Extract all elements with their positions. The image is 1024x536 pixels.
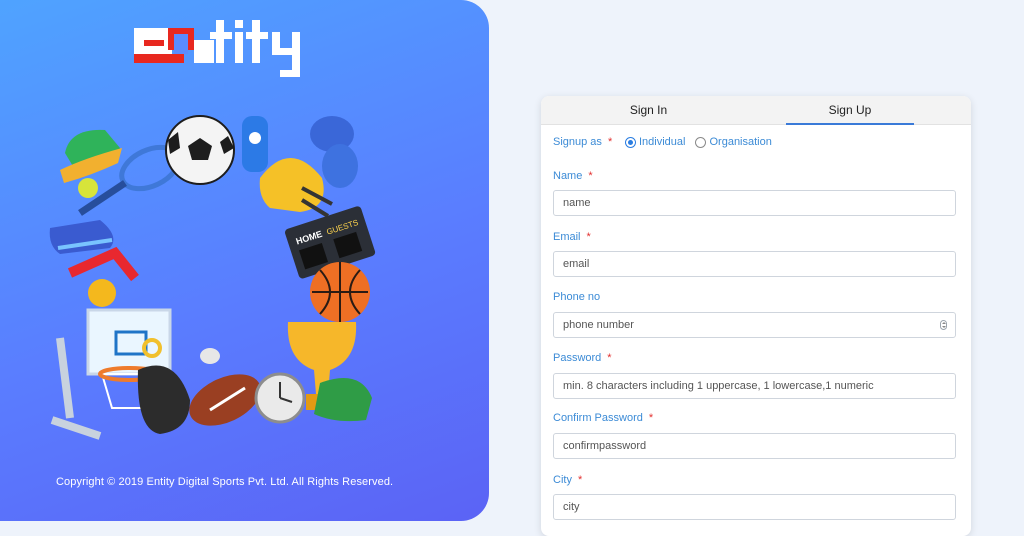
phone-input-placeholder: phone number <box>563 319 634 331</box>
tennis-ball-icon <box>78 178 98 198</box>
city-input[interactable]: city <box>553 494 956 520</box>
signup-as-row: Signup as * <box>553 136 612 148</box>
email-input[interactable]: email <box>553 251 956 277</box>
password-label: Password <box>553 352 602 364</box>
required-marker: * <box>586 231 591 243</box>
name-label: Name <box>553 170 583 182</box>
auth-tabs: Sign In Sign Up <box>541 96 971 125</box>
name-input[interactable]: name <box>553 190 956 216</box>
required-marker: * <box>588 170 593 182</box>
radio-individual[interactable] <box>625 136 636 148</box>
radio-individual-label[interactable]: Individual <box>639 136 685 148</box>
number-spinner-icon[interactable] <box>940 320 947 330</box>
tab-sign-up[interactable]: Sign Up <box>786 96 914 125</box>
password-field-label-row: Password * <box>553 352 612 364</box>
required-marker: * <box>577 474 583 486</box>
signup-as-label: Signup as <box>553 136 602 148</box>
confirm-password-input[interactable]: confirmpassword <box>553 433 956 459</box>
radio-organisation[interactable] <box>695 136 707 148</box>
medal-icon <box>67 246 139 282</box>
phone-label: Phone no <box>553 291 601 303</box>
email-label: Email <box>553 231 581 243</box>
entity-logo-mark <box>134 20 300 77</box>
auth-card: Sign In Sign Up Signup as * Individual Or… <box>541 96 971 536</box>
email-field-label-row: Email * <box>553 231 591 243</box>
confirm-password-label: Confirm Password <box>553 412 643 424</box>
helmet-icon <box>259 158 324 212</box>
cleats-icon <box>314 378 372 422</box>
hero-panel: HOME GUESTS Copyright © 2019 Entity Digi… <box>0 0 489 521</box>
copyright-text: Copyright © 2019 Entity Digital Sports P… <box>56 476 394 488</box>
required-marker: * <box>648 412 654 424</box>
city-label: City <box>553 474 572 486</box>
punching-bag-icon <box>137 365 190 434</box>
radio-organisation-label[interactable]: Organisation <box>709 136 771 148</box>
signup-as-options: Individual Organisation <box>625 136 772 148</box>
entity-logo <box>132 20 310 78</box>
required-marker: * <box>607 352 612 364</box>
tab-sign-up-label: Sign Up <box>828 103 872 117</box>
tab-sign-in[interactable]: Sign In <box>541 96 756 124</box>
required-marker: * <box>607 136 613 148</box>
name-field-label-row: Name * <box>553 170 593 182</box>
whistle-icon <box>200 348 220 364</box>
confirm-password-field-label-row: Confirm Password * <box>553 412 653 424</box>
sports-equipment-illustration: HOME GUESTS <box>49 115 376 440</box>
password-input[interactable]: min. 8 characters including 1 uppercase,… <box>553 373 956 399</box>
city-field-label-row: City * <box>553 474 582 486</box>
active-tab-indicator <box>786 123 914 125</box>
phone-field-label-row: Phone no <box>553 291 600 303</box>
phone-input[interactable]: phone number <box>553 312 956 338</box>
